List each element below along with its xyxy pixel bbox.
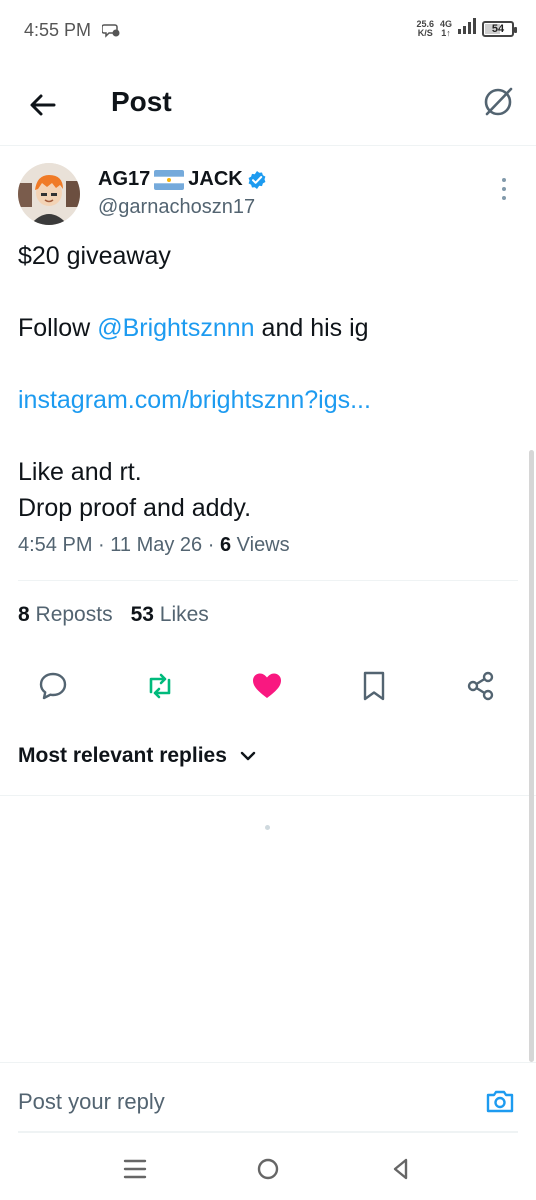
reply-input[interactable]: Post your reply [18,1089,165,1115]
battery-level: 54 [491,22,505,35]
scrollbar[interactable] [529,450,534,1062]
loading-indicator [265,825,270,830]
signal-icon [458,18,476,39]
status-indicators: 25.6 K/S 4G 1↑ 54 [416,18,517,39]
argentina-flag-icon [154,169,185,190]
likes-label: Likes [159,603,209,626]
post-blank-line [18,418,518,454]
bookmark-button[interactable] [356,668,392,704]
net-speed-unit: K/S [417,27,433,38]
post-blank-line [18,346,518,382]
likes-stat[interactable]: 53 Likes [131,603,209,627]
verified-badge-icon [247,170,267,190]
battery-icon: 54 [482,20,517,37]
post-line-1: $20 giveaway [18,242,171,270]
reply-bar: Post your reply [0,1062,536,1133]
repost-button[interactable] [142,668,178,704]
repost-icon [149,673,171,699]
grok-button[interactable] [480,84,516,120]
views-label: Views [236,534,290,556]
camera-icon [486,1090,514,1113]
net-speed: 25.6 K/S [416,19,434,38]
divider [0,795,536,796]
back-button[interactable] [26,88,60,122]
post-text-segment: and his ig [254,314,369,342]
author-name-suffix: JACK [188,168,243,190]
circle-home-icon [257,1158,279,1180]
triangle-back-icon [393,1158,408,1180]
camera-button[interactable] [484,1085,516,1117]
post-stats: 8 Reposts 53 Likes [18,603,209,627]
post-body: $20 giveaway Follow @Brightsznnn and his… [18,238,518,526]
chevron-down-icon [240,751,256,761]
post-date: 11 May 26 [110,534,203,556]
status-time: 4:55 PM [24,20,92,40]
likes-count: 53 [130,603,154,626]
menu-icon [123,1159,147,1179]
post-line-4: Like and rt. [18,458,142,486]
network-sub-label: 1↑ [441,27,451,38]
post-time: 4:54 PM [18,534,93,556]
views-count: 6 [219,534,232,556]
home-button[interactable] [253,1154,283,1184]
like-button[interactable] [249,668,285,704]
more-vertical-icon [502,178,506,200]
reply-button[interactable] [35,668,71,704]
post-text-segment: Follow [18,314,98,342]
heart-icon [253,673,281,698]
post-actions [0,664,536,708]
reposts-count: 8 [18,603,30,626]
divider [18,580,518,581]
system-nav-bar [0,1140,536,1200]
replies-sort-label: Most relevant replies [18,744,227,767]
network-type: 4G 1↑ [440,19,452,38]
author-name[interactable]: AG17 JACK [98,168,267,191]
top-app-bar: Post [0,62,536,146]
instagram-link[interactable]: instagram.com/brightsznn?igs... [18,382,518,418]
post-line-2: Follow @Brightsznnn and his ig [18,310,518,346]
grok-icon [484,87,513,116]
bookmark-icon [363,671,385,701]
arrow-left-icon [30,94,56,116]
post-meta: 4:54 PM · 11 May 26 · 6 Views [18,534,290,556]
recents-button[interactable] [120,1154,150,1184]
author-name-text: AG17 [98,168,151,190]
avatar[interactable] [18,163,80,225]
reply-icon [39,672,67,700]
reposts-label: Reposts [35,603,113,626]
back-nav-button[interactable] [386,1154,416,1184]
share-icon [467,671,494,701]
share-button[interactable] [463,668,499,704]
reposts-stat[interactable]: 8 Reposts [18,603,113,627]
message-icon [101,22,120,43]
author-handle[interactable]: @garnachoszn17 [98,196,255,219]
more-options-button[interactable] [496,176,512,202]
post-line-5: Drop proof and addy. [18,494,252,522]
page-title: Post [111,86,172,117]
mention-link[interactable]: @Brightsznnn [97,314,254,342]
status-bar: 4:55 PM 25.6 K/S 4G 1↑ 54 [0,0,536,62]
reply-input-underline [18,1131,518,1133]
replies-sort-dropdown[interactable]: Most relevant replies [18,744,257,768]
post-blank-line [18,274,518,310]
